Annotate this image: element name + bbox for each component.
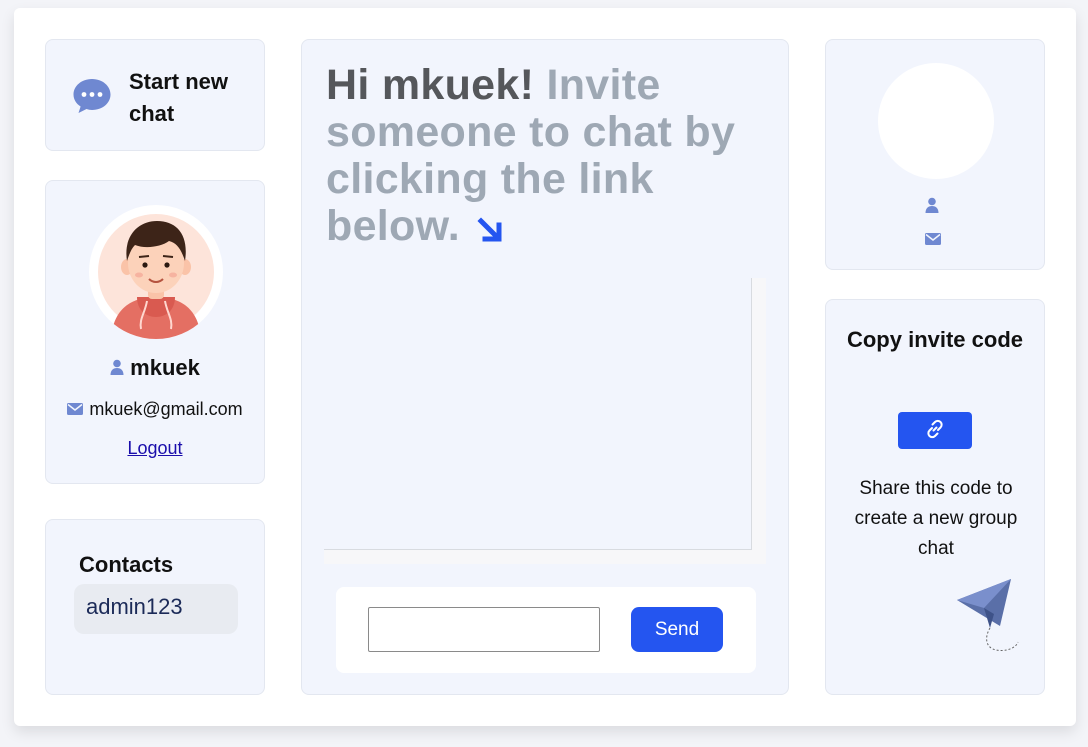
greeting-hi: Hi mkuek! bbox=[326, 61, 535, 109]
username-text: mkuek bbox=[130, 355, 200, 380]
compose-bar: Send bbox=[336, 587, 756, 673]
profile-username: mkuek bbox=[46, 355, 264, 381]
invite-description: Share this code to create a new group ch… bbox=[854, 478, 1018, 559]
link-icon bbox=[924, 418, 946, 443]
profile-email: mkuek@gmail.com bbox=[46, 399, 264, 420]
user-icon bbox=[925, 197, 939, 218]
arrow-down-right-icon bbox=[476, 207, 504, 254]
start-new-chat-button[interactable]: Start new chat bbox=[45, 39, 265, 151]
invite-title: Copy invite code bbox=[846, 327, 1024, 352]
mail-icon bbox=[925, 232, 941, 250]
user-icon bbox=[110, 355, 124, 381]
logout-link[interactable]: Logout bbox=[46, 438, 264, 459]
contacts-card: Contacts admin123 bbox=[45, 519, 265, 695]
message-list[interactable] bbox=[324, 278, 766, 564]
copy-invite-button[interactable] bbox=[898, 412, 972, 449]
mail-icon bbox=[67, 399, 84, 420]
chat-panel: Hi mkuek! Invite someone to chat by clic… bbox=[301, 39, 789, 695]
paper-plane-icon bbox=[954, 576, 1024, 665]
start-new-chat-label: Start new chat bbox=[129, 69, 229, 126]
recipient-avatar bbox=[878, 63, 994, 179]
profile-card: mkuek mkuek@gmail.com Logout bbox=[45, 180, 265, 484]
contacts-title: Contacts bbox=[79, 552, 174, 577]
contact-item[interactable]: admin123 bbox=[74, 584, 238, 634]
recipient-card bbox=[825, 39, 1045, 270]
invite-card: Copy invite code Share this code to crea… bbox=[825, 299, 1045, 695]
chat-bubble-icon bbox=[72, 77, 112, 120]
avatar bbox=[89, 205, 223, 339]
email-text: mkuek@gmail.com bbox=[89, 399, 243, 419]
greeting-heading: Hi mkuek! Invite someone to chat by clic… bbox=[326, 62, 766, 254]
message-input[interactable] bbox=[368, 607, 600, 652]
send-button[interactable]: Send bbox=[631, 607, 723, 652]
